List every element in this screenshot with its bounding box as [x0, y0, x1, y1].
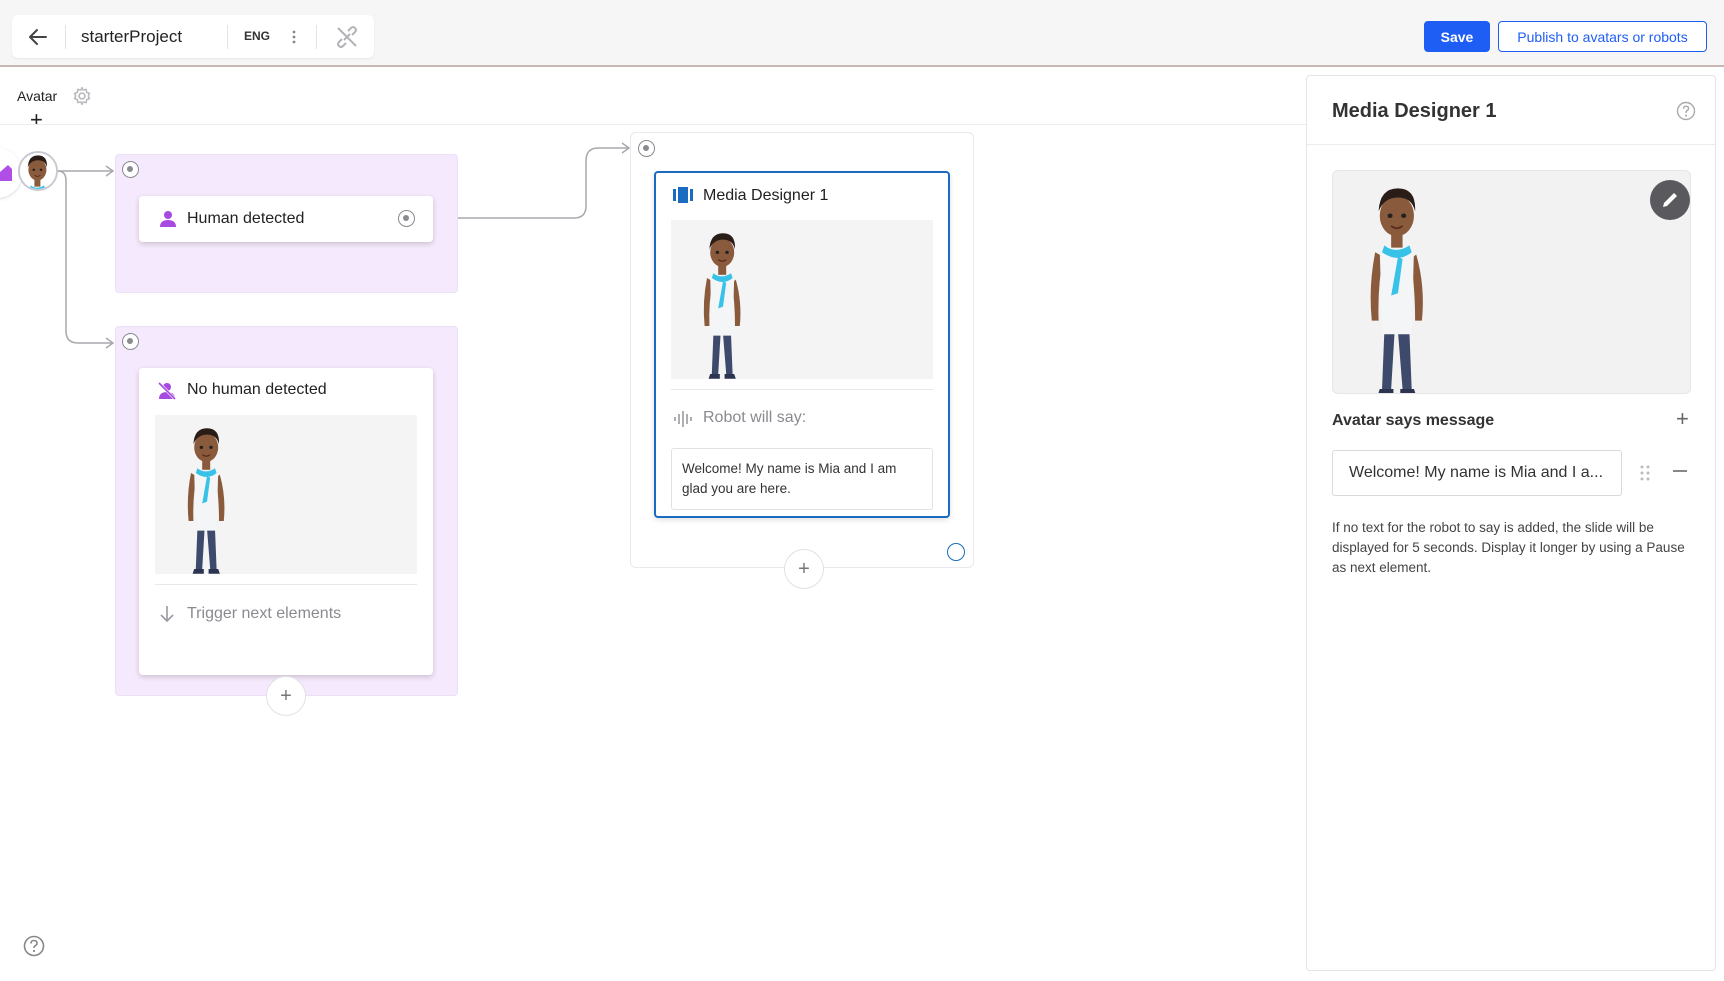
- node-title: Media Designer 1: [703, 187, 829, 204]
- divider: [227, 25, 228, 49]
- human-detected-node[interactable]: Human detected: [139, 196, 433, 242]
- add-message-button[interactable]: +: [1676, 408, 1689, 430]
- top-bar: starterProject ENG Save Publish to avata…: [0, 0, 1724, 67]
- properties-panel: Media Designer 1 Avatar says message + W…: [1306, 75, 1716, 971]
- panel-title: Media Designer 1: [1332, 100, 1497, 122]
- trigger-next-label: Trigger next elements: [187, 605, 342, 622]
- edit-media-button[interactable]: [1650, 180, 1690, 220]
- link-off-icon[interactable]: [334, 24, 360, 50]
- separator: [155, 584, 417, 585]
- canvas-divider: [0, 124, 1306, 125]
- home-icon: [0, 165, 12, 181]
- media-designer-node[interactable]: Media Designer 1 Robot will say: Welcome…: [654, 171, 950, 518]
- add-element-button[interactable]: +: [266, 676, 306, 716]
- output-port[interactable]: [398, 210, 415, 227]
- project-toolbar: starterProject ENG: [12, 15, 374, 58]
- avatar-label: Avatar: [17, 88, 58, 104]
- input-port[interactable]: [122, 161, 139, 178]
- arrow-down-icon: [160, 606, 174, 623]
- robot-will-say-label: Robot will say:: [703, 409, 807, 426]
- separator: [671, 389, 933, 390]
- person-off-icon: [157, 381, 177, 401]
- panel-note: If no text for the robot to say is added…: [1332, 520, 1685, 575]
- avatar-image: [671, 220, 933, 379]
- help-icon[interactable]: [1676, 101, 1696, 121]
- save-button[interactable]: Save: [1424, 21, 1490, 52]
- node-title: Human detected: [187, 210, 305, 227]
- gear-icon[interactable]: [72, 86, 92, 106]
- waveform-icon: [674, 411, 692, 427]
- input-port[interactable]: [122, 333, 139, 350]
- robot-message[interactable]: Welcome! My name is Mia and I am glad yo…: [671, 448, 933, 510]
- avatar-thumbnail: [20, 153, 56, 189]
- media-icon: [673, 187, 693, 203]
- drag-handle-icon[interactable]: [1638, 464, 1652, 482]
- divider: [316, 25, 317, 49]
- avatar-says-label: Avatar says message: [1332, 412, 1495, 429]
- back-arrow-icon[interactable]: [26, 25, 50, 49]
- person-icon: [160, 211, 176, 227]
- project-name[interactable]: starterProject: [81, 27, 182, 47]
- kebab-icon[interactable]: [290, 27, 298, 47]
- message-input[interactable]: Welcome! My name is Mia and I a...: [1332, 450, 1622, 496]
- avatar-node[interactable]: [18, 151, 58, 191]
- publish-button[interactable]: Publish to avatars or robots: [1498, 21, 1707, 52]
- media-preview: [1332, 170, 1691, 394]
- add-avatar-button[interactable]: +: [30, 109, 43, 131]
- node-title: No human detected: [187, 381, 327, 398]
- avatar-image: [155, 415, 417, 574]
- flow-canvas[interactable]: Avatar + Human detected No human detecte…: [0, 69, 1306, 981]
- add-element-button[interactable]: +: [784, 549, 824, 589]
- input-port[interactable]: [638, 140, 655, 157]
- output-port[interactable]: [947, 543, 965, 561]
- edit-icon: [1663, 193, 1677, 207]
- divider: [65, 25, 66, 49]
- no-human-detected-node[interactable]: No human detected Trigger next elements: [139, 368, 433, 675]
- remove-message-button[interactable]: [1673, 470, 1687, 472]
- panel-divider: [1307, 144, 1715, 145]
- help-icon[interactable]: [23, 935, 45, 957]
- language-selector[interactable]: ENG: [244, 29, 270, 43]
